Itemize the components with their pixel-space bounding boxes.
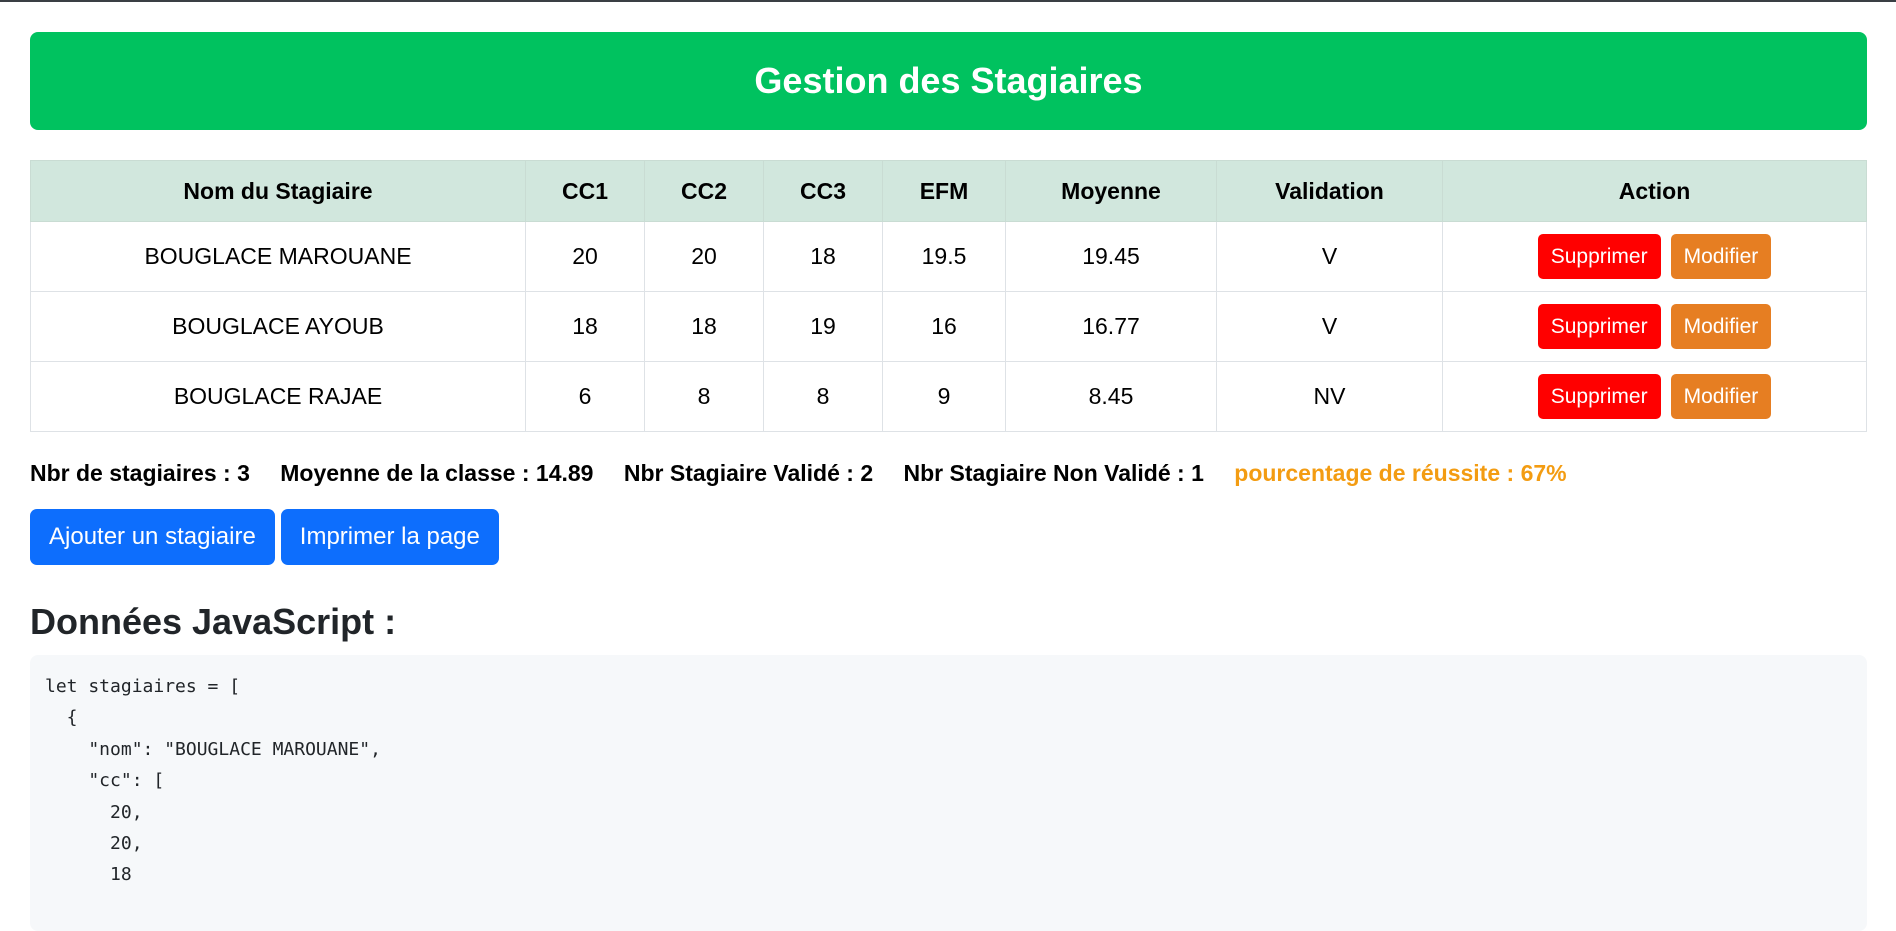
column-header-validation: Validation: [1216, 160, 1443, 222]
delete-button[interactable]: Supprimer: [1537, 304, 1661, 349]
stagiaires-table: Nom du Stagiaire CC1 CC2 CC3 EFM Moyenne…: [30, 160, 1867, 432]
column-header-moyenne: Moyenne: [1005, 160, 1217, 222]
column-header-cc1: CC1: [525, 160, 645, 222]
cell-cc1: 18: [525, 291, 645, 362]
cell-cc3: 8: [763, 361, 883, 432]
column-header-cc3: CC3: [763, 160, 883, 222]
js-code-block: let stagiaires = [ { "nom": "BOUGLACE MA…: [30, 655, 1867, 931]
edit-button[interactable]: Modifier: [1670, 234, 1772, 279]
cell-validation: V: [1216, 291, 1443, 362]
stat-validated: Nbr Stagiaire Validé : 2: [623, 460, 874, 486]
stat-average: Moyenne de la classe : 14.89: [280, 460, 594, 486]
cell-validation: V: [1216, 221, 1443, 292]
stats-bar: Nbr de stagiaires : 3 Moyenne de la clas…: [30, 460, 1867, 487]
table-header-row: Nom du Stagiaire CC1 CC2 CC3 EFM Moyenne…: [30, 160, 1867, 222]
cell-cc1: 6: [525, 361, 645, 432]
edit-button[interactable]: Modifier: [1670, 374, 1772, 419]
cell-nom: BOUGLACE AYOUB: [30, 291, 526, 362]
cell-cc1: 20: [525, 221, 645, 292]
table-row: BOUGLACE AYOUB 18 18 19 16 16.77 V Suppr…: [30, 291, 1867, 362]
column-header-cc2: CC2: [644, 160, 764, 222]
cell-efm: 16: [882, 291, 1006, 362]
cell-moyenne: 16.77: [1005, 291, 1217, 362]
cell-cc2: 8: [644, 361, 764, 432]
cell-efm: 9: [882, 361, 1006, 432]
cell-action: Supprimer Modifier: [1442, 291, 1867, 362]
cell-cc2: 20: [644, 221, 764, 292]
cell-cc3: 18: [763, 221, 883, 292]
stat-success-rate: pourcentage de réussite : 67%: [1234, 460, 1567, 486]
page-title: Gestion des Stagiaires: [754, 60, 1143, 101]
main-container: Gestion des Stagiaires Nom du Stagiaire …: [30, 32, 1867, 931]
print-page-button[interactable]: Imprimer la page: [280, 509, 499, 565]
stat-count: Nbr de stagiaires : 3: [30, 460, 250, 486]
actions-bar: Ajouter un stagiaire Imprimer la page: [30, 509, 1867, 565]
cell-moyenne: 8.45: [1005, 361, 1217, 432]
cell-action: Supprimer Modifier: [1442, 361, 1867, 432]
cell-cc3: 19: [763, 291, 883, 362]
header-banner: Gestion des Stagiaires: [30, 32, 1867, 130]
stat-not-validated: Nbr Stagiaire Non Validé : 1: [903, 460, 1204, 486]
table-row: BOUGLACE MAROUANE 20 20 18 19.5 19.45 V …: [30, 221, 1867, 292]
edit-button[interactable]: Modifier: [1670, 304, 1772, 349]
column-header-nom: Nom du Stagiaire: [30, 160, 526, 222]
cell-nom: BOUGLACE RAJAE: [30, 361, 526, 432]
cell-nom: BOUGLACE MAROUANE: [30, 221, 526, 292]
cell-moyenne: 19.45: [1005, 221, 1217, 292]
cell-action: Supprimer Modifier: [1442, 221, 1867, 292]
table-row: BOUGLACE RAJAE 6 8 8 9 8.45 NV Supprimer…: [30, 361, 1867, 432]
add-stagiaire-button[interactable]: Ajouter un stagiaire: [30, 509, 275, 565]
window-top-border: [0, 0, 1896, 2]
cell-validation: NV: [1216, 361, 1443, 432]
js-section-title: Données JavaScript :: [30, 601, 397, 642]
cell-cc2: 18: [644, 291, 764, 362]
column-header-efm: EFM: [882, 160, 1006, 222]
delete-button[interactable]: Supprimer: [1537, 374, 1661, 419]
cell-efm: 19.5: [882, 221, 1006, 292]
delete-button[interactable]: Supprimer: [1537, 234, 1661, 279]
column-header-action: Action: [1442, 160, 1867, 222]
